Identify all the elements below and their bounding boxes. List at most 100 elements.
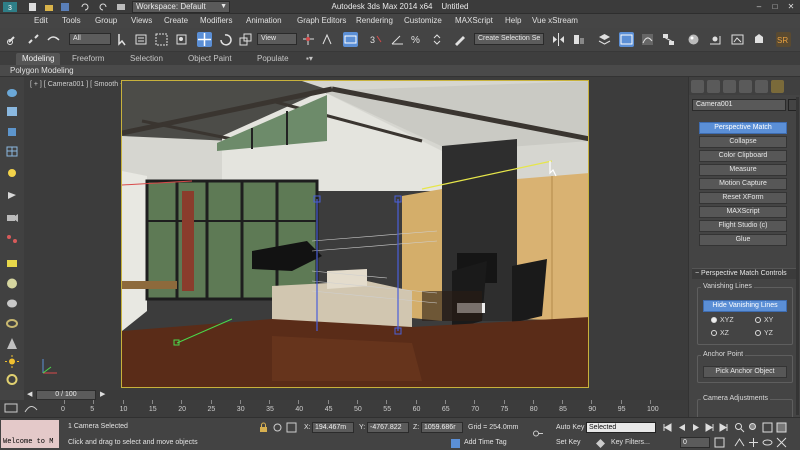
time-tag-icon[interactable] [450, 438, 461, 449]
measure-button[interactable]: Measure [699, 164, 787, 176]
menu-group[interactable]: Group [95, 16, 117, 25]
rendered-frame-window-icon[interactable] [730, 32, 745, 47]
box-icon[interactable] [5, 125, 19, 138]
menu-rendering[interactable]: Rendering [356, 16, 393, 25]
object-name-field[interactable]: Camera001 [692, 99, 786, 111]
mirror-icon[interactable] [551, 32, 566, 47]
auto-key-button[interactable]: Auto Key [556, 424, 584, 431]
light-bulb-icon[interactable] [5, 167, 19, 180]
keyboard-shortcut-override-icon[interactable] [343, 32, 358, 47]
bind-space-warp-icon[interactable] [46, 32, 61, 47]
modify-stack-icon[interactable] [5, 105, 19, 118]
lock-selection-icon[interactable] [258, 422, 269, 433]
edit-named-selection-icon[interactable] [452, 32, 467, 47]
motion-tab-icon[interactable] [739, 80, 752, 93]
reference-coordinate-dropdown[interactable]: View [257, 33, 297, 45]
camera-icon[interactable] [5, 211, 19, 224]
angle-snap-icon[interactable] [390, 32, 405, 47]
camera-viewport[interactable]: [ + ] [ Camera001 ] [ Smooth + Highlight… [24, 77, 688, 390]
link-icon[interactable] [6, 32, 21, 47]
hide-vanishing-lines-button[interactable]: Hide Vanishing Lines [703, 300, 787, 312]
create-tab-icon[interactable] [691, 80, 704, 93]
menu-vue-xstream[interactable]: Vue xStream [532, 16, 578, 25]
menu-animation[interactable]: Animation [246, 16, 282, 25]
hierarchy-tab-icon[interactable] [723, 80, 736, 93]
tab-object-paint[interactable]: Object Paint [182, 53, 238, 65]
y-coordinate-input[interactable]: -4767.822 [367, 422, 409, 433]
rectangular-selection-icon[interactable] [154, 32, 169, 47]
pan-icon[interactable] [748, 437, 759, 448]
named-selection-dropdown[interactable]: Create Selection Se [474, 33, 544, 45]
schematic-view-icon[interactable] [661, 32, 676, 47]
minimize-button[interactable]: – [752, 1, 766, 12]
orbit-icon[interactable] [762, 437, 773, 448]
maxscript-listener[interactable]: Welcome to M [1, 420, 59, 448]
grid-icon[interactable] [5, 145, 19, 158]
command-panel-scrollbar[interactable] [796, 97, 799, 415]
zoom-extents-icon[interactable] [762, 422, 773, 433]
key-icon[interactable] [533, 428, 544, 439]
display-tab-icon[interactable] [755, 80, 768, 93]
field-of-view-icon[interactable] [734, 437, 745, 448]
maxscript-button[interactable]: MAXScript [699, 206, 787, 218]
menu-customize[interactable]: Customize [404, 16, 442, 25]
percent-snap-icon[interactable]: % [410, 32, 425, 47]
selection-filter-dropdown[interactable]: All [69, 33, 111, 45]
select-manipulate-icon[interactable] [320, 32, 335, 47]
add-time-tag-button[interactable]: Add Time Tag [464, 439, 507, 446]
collapse-button[interactable]: Collapse [699, 136, 787, 148]
select-and-scale-icon[interactable] [238, 32, 253, 47]
torus-icon[interactable] [5, 317, 19, 330]
mini-curve-editor-icon[interactable] [24, 402, 38, 414]
plane-icon[interactable] [5, 257, 19, 270]
layer-manager-icon[interactable] [597, 32, 612, 47]
plane-xyz-radio[interactable]: XYZ [711, 317, 734, 324]
key-mode-dropdown[interactable]: Selected [586, 422, 656, 433]
play-icon[interactable] [690, 422, 701, 433]
isolate-selection-icon[interactable] [272, 422, 283, 433]
cone-icon[interactable] [5, 337, 19, 350]
select-by-name-icon[interactable] [134, 32, 149, 47]
glue-button[interactable]: Glue [699, 234, 787, 246]
align-icon[interactable] [571, 32, 586, 47]
menu-modifiers[interactable]: Modifiers [200, 16, 232, 25]
next-frame-icon[interactable] [704, 422, 715, 433]
pivot-center-icon[interactable] [301, 32, 316, 47]
set-keys-icon[interactable] [595, 438, 606, 449]
sun-icon[interactable] [5, 355, 19, 368]
pick-anchor-object-button[interactable]: Pick Anchor Object [703, 366, 787, 378]
render-production-icon[interactable] [752, 32, 767, 47]
polygon-modeling-label[interactable]: Polygon Modeling [10, 66, 74, 75]
zoom-extents-all-icon[interactable] [776, 422, 787, 433]
modify-tab-icon[interactable] [707, 80, 720, 93]
perspective-match-button[interactable]: Perspective Match [699, 122, 787, 134]
tab-populate[interactable]: Populate [251, 53, 295, 65]
time-slider[interactable]: 0 / 100 [36, 390, 96, 400]
menu-edit[interactable]: Edit [34, 16, 48, 25]
color-clipboard-button[interactable]: Color Clipboard [699, 150, 787, 162]
perspective-match-rollout[interactable]: − Perspective Match Controls [692, 268, 798, 279]
track-bar[interactable]: 0 5 10 15 20 25 30 35 40 45 50 55 60 65 70 75 80 85 90 95 10… [0, 400, 688, 417]
ribbon-toggle-icon[interactable] [619, 32, 634, 47]
absolute-mode-icon[interactable] [286, 422, 297, 433]
maximize-button[interactable]: □ [768, 1, 782, 12]
key-mode-toggle-icon[interactable] [714, 437, 725, 448]
close-button[interactable]: ✕ [784, 1, 798, 12]
capsule-icon[interactable] [5, 297, 19, 310]
menu-tools[interactable]: Tools [62, 16, 81, 25]
spotlight-icon[interactable] [5, 189, 19, 202]
plane-xz-radio[interactable]: XZ [711, 330, 729, 337]
menu-maxscript[interactable]: MAXScript [455, 16, 493, 25]
sphere-icon[interactable] [5, 277, 19, 290]
current-frame-input[interactable]: 0 [680, 437, 710, 448]
material-editor-icon[interactable] [686, 32, 701, 47]
render-setup-icon[interactable] [708, 32, 723, 47]
zoom-all-icon[interactable] [748, 422, 759, 433]
ribbon-options-icon[interactable]: ▪▾ [300, 53, 319, 65]
teapot-icon[interactable] [5, 85, 19, 98]
unlink-icon[interactable] [26, 32, 41, 47]
z-coordinate-input[interactable]: 1059.686r [421, 422, 463, 433]
time-prev-icon[interactable]: ◀ [27, 390, 32, 398]
plane-yz-radio[interactable]: YZ [755, 330, 773, 337]
maximize-viewport-icon[interactable] [776, 437, 787, 448]
